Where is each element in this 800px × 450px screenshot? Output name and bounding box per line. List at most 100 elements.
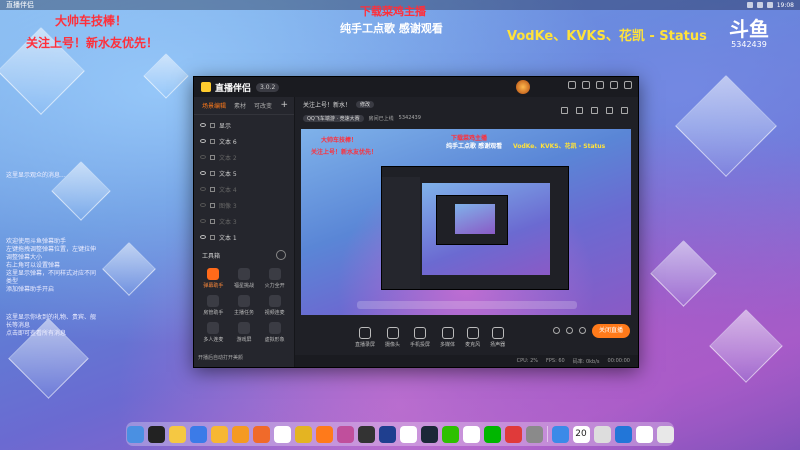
app-title-bar[interactable]: 直播伴侣 3.0.2 xyxy=(194,77,638,97)
g-app-icon[interactable] xyxy=(231,425,249,443)
scene-item[interactable]: 文本 6 xyxy=(194,133,294,149)
rotate-icon[interactable] xyxy=(591,107,598,114)
stream-preview[interactable]: 大帅车技棒！ 关注上号！新水友优先！ 下载菜鸡主播 纯手工点歌 感谢观看 Vod… xyxy=(301,129,631,315)
scene-item[interactable]: 文本 3 xyxy=(194,213,294,229)
game-app-icon[interactable] xyxy=(504,425,522,443)
scene-item[interactable]: 文本 2 xyxy=(194,149,294,165)
calendar-icon[interactable]: 20 xyxy=(572,425,590,443)
status-time: 00:00:00 xyxy=(607,358,630,364)
options-icon[interactable] xyxy=(579,327,586,334)
battery-icon[interactable] xyxy=(766,2,773,8)
visibility-eye-icon[interactable] xyxy=(200,155,206,159)
toolbox-settings-icon[interactable] xyxy=(276,250,286,260)
tool-item[interactable]: 福星挑战 xyxy=(229,268,260,289)
visibility-eye-icon[interactable] xyxy=(200,171,206,175)
message-icon[interactable] xyxy=(568,81,576,89)
coin-app-icon[interactable] xyxy=(210,425,228,443)
tool-item[interactable]: 火力全开 xyxy=(259,268,290,289)
lock-icon[interactable] xyxy=(576,107,583,114)
control-button[interactable]: 手机投屏 xyxy=(410,326,430,348)
tool-item[interactable]: 视频连麦 xyxy=(259,295,290,316)
files-icon[interactable] xyxy=(126,425,144,443)
edit-title-button[interactable]: 修改 xyxy=(356,100,375,108)
preview-white-center: 纯手工点歌 感谢观看 xyxy=(446,143,503,150)
orange-app-icon[interactable] xyxy=(252,425,270,443)
user-avatar[interactable] xyxy=(516,80,530,94)
tool-item[interactable]: 游戏屏 xyxy=(229,322,260,343)
send-app-icon[interactable] xyxy=(551,425,569,443)
lock-checkbox[interactable] xyxy=(210,154,215,160)
tool-item[interactable]: 弹幕助手 xyxy=(198,268,229,289)
record-icon[interactable] xyxy=(553,327,560,334)
k-app-icon[interactable] xyxy=(189,425,207,443)
search-app-icon[interactable] xyxy=(399,425,417,443)
visibility-eye-icon[interactable] xyxy=(200,139,206,143)
version-badge[interactable]: 3.0.2 xyxy=(256,82,280,92)
tab-assets[interactable]: 素材 xyxy=(234,101,246,110)
azure-app-icon[interactable] xyxy=(614,425,632,443)
share-icon[interactable] xyxy=(621,107,628,114)
scene-item-label: 文本 3 xyxy=(219,218,237,226)
game-category-chip[interactable]: QQ飞车端游 · 竞速大赛 xyxy=(303,114,364,122)
chat-app-icon[interactable] xyxy=(273,425,291,443)
tab-variable[interactable]: 可改变 xyxy=(254,101,272,110)
control-button[interactable]: 直播录屏 xyxy=(355,326,375,348)
terminal-icon[interactable] xyxy=(147,425,165,443)
settings-icon[interactable] xyxy=(582,81,590,89)
screenshot-icon[interactable] xyxy=(566,327,573,334)
tab-scene-edit[interactable]: 场景编辑 xyxy=(202,101,226,110)
lock-checkbox[interactable] xyxy=(210,218,215,224)
control-button[interactable]: 多媒体 xyxy=(440,326,455,348)
wechat-icon[interactable] xyxy=(441,425,459,443)
wifi-icon[interactable] xyxy=(746,2,753,8)
volume-icon[interactable] xyxy=(756,2,763,8)
lock-checkbox[interactable] xyxy=(210,186,215,192)
tool-item[interactable]: 虚拟形象 xyxy=(259,322,290,343)
visibility-eye-icon[interactable] xyxy=(200,123,206,127)
minimize-button[interactable] xyxy=(596,81,604,89)
qq-icon[interactable] xyxy=(462,425,480,443)
trash-icon[interactable] xyxy=(656,425,674,443)
control-button[interactable]: 摄像头 xyxy=(385,326,400,348)
fullscreen-icon[interactable] xyxy=(606,107,613,114)
live-app-icon[interactable] xyxy=(315,425,333,443)
lock-checkbox[interactable] xyxy=(210,170,215,176)
avatar-app-icon[interactable] xyxy=(168,425,186,443)
scene-item[interactable]: 图像 3 xyxy=(194,197,294,213)
moon-app-icon[interactable] xyxy=(378,425,396,443)
lock-checkbox[interactable] xyxy=(210,138,215,144)
tool-item[interactable]: 房管助手 xyxy=(198,295,229,316)
tool-item[interactable]: 多人连麦 xyxy=(198,322,229,343)
tool-item[interactable]: 主播任务 xyxy=(229,295,260,316)
lock-checkbox[interactable] xyxy=(210,234,215,240)
lock-checkbox[interactable] xyxy=(210,202,215,208)
control-button[interactable]: 麦克风 xyxy=(465,326,480,348)
settings-icon[interactable] xyxy=(525,425,543,443)
iqiyi-icon[interactable] xyxy=(483,425,501,443)
mail-app-icon[interactable] xyxy=(635,425,653,443)
steam-icon[interactable] xyxy=(420,425,438,443)
scene-item[interactable]: 文本 4 xyxy=(194,181,294,197)
add-scene-icon[interactable]: + xyxy=(280,100,288,110)
clock[interactable]: 19:08 xyxy=(777,2,794,9)
scene-item[interactable]: 文本 5 xyxy=(194,165,294,181)
go-live-button[interactable]: 关闭直播 xyxy=(592,324,630,338)
camera-app-icon[interactable] xyxy=(593,425,611,443)
close-button[interactable] xyxy=(624,81,632,89)
gem-app-icon[interactable] xyxy=(336,425,354,443)
lock-checkbox[interactable] xyxy=(210,122,215,128)
visibility-eye-icon[interactable] xyxy=(200,203,206,207)
control-button[interactable]: 扬声器 xyxy=(490,326,505,348)
auto-beauty-note[interactable]: 开播后自动打开美颜 xyxy=(198,354,243,361)
layout-icon[interactable] xyxy=(561,107,568,114)
maximize-button[interactable] xyxy=(610,81,618,89)
scene-item-label: 文本 2 xyxy=(219,154,237,162)
scene-item[interactable]: 显示 xyxy=(194,117,294,133)
menu-bar-app-name[interactable]: 直播伴侣 xyxy=(6,0,34,10)
dark-app-icon[interactable] xyxy=(357,425,375,443)
visibility-eye-icon[interactable] xyxy=(200,219,206,223)
music-app-icon[interactable] xyxy=(294,425,312,443)
visibility-eye-icon[interactable] xyxy=(200,235,206,239)
visibility-eye-icon[interactable] xyxy=(200,187,206,191)
scene-item[interactable]: 文本 1 xyxy=(194,229,294,245)
